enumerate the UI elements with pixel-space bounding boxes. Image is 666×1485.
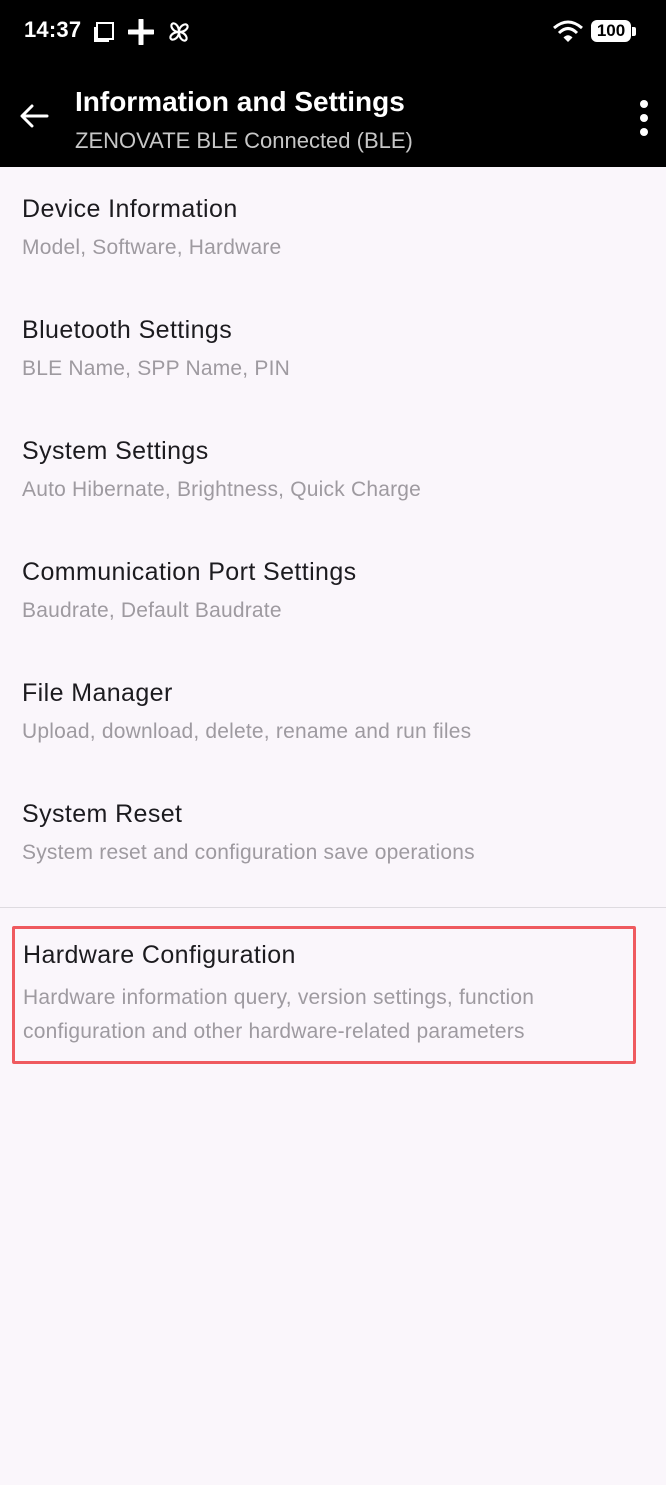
item-title: System Reset bbox=[22, 800, 183, 828]
settings-item-file-manager[interactable]: File Manager Upload, download, delete, r… bbox=[0, 651, 666, 772]
item-title: System Settings bbox=[22, 437, 209, 465]
item-subtitle: Baudrate, Default Baudrate bbox=[22, 599, 282, 622]
section-divider bbox=[0, 907, 666, 908]
plus-icon bbox=[128, 19, 154, 45]
page-title: Information and Settings bbox=[75, 86, 405, 117]
item-subtitle: Hardware information query, version sett… bbox=[23, 986, 535, 1043]
pinwheel-icon bbox=[169, 22, 189, 42]
settings-item-system-reset[interactable]: System Reset System reset and configurat… bbox=[0, 772, 666, 893]
item-subtitle: Auto Hibernate, Brightness, Quick Charge bbox=[22, 478, 422, 501]
settings-item-bluetooth-settings[interactable]: Bluetooth Settings BLE Name, SPP Name, P… bbox=[0, 288, 666, 409]
status-time: 14:37 bbox=[24, 17, 82, 42]
item-title: Hardware Configuration bbox=[23, 941, 296, 969]
settings-list: Device Information Model, Software, Hard… bbox=[0, 167, 666, 893]
wifi-icon bbox=[553, 20, 583, 42]
app-bar: Information and Settings ZENOVATE BLE Co… bbox=[0, 64, 666, 167]
settings-item-communication-port-settings[interactable]: Communication Port Settings Baudrate, De… bbox=[0, 530, 666, 651]
overflow-menu-button[interactable] bbox=[624, 98, 664, 138]
arrow-left-icon bbox=[20, 104, 49, 128]
item-title: File Manager bbox=[22, 679, 173, 707]
item-title: Bluetooth Settings bbox=[22, 316, 233, 344]
item-subtitle: BLE Name, SPP Name, PIN bbox=[22, 357, 290, 380]
more-vertical-icon bbox=[640, 100, 648, 136]
back-button[interactable] bbox=[14, 96, 54, 136]
item-title: Device Information bbox=[22, 195, 238, 223]
battery-icon: 100 bbox=[591, 20, 637, 44]
item-title: Communication Port Settings bbox=[22, 558, 357, 586]
item-subtitle: Upload, download, delete, rename and run… bbox=[22, 720, 472, 743]
settings-item-device-information[interactable]: Device Information Model, Software, Hard… bbox=[0, 167, 666, 288]
status-bar: 14:37 100 bbox=[0, 0, 666, 64]
item-subtitle: Model, Software, Hardware bbox=[22, 236, 282, 259]
settings-item-system-settings[interactable]: System Settings Auto Hibernate, Brightne… bbox=[0, 409, 666, 530]
item-subtitle: System reset and configuration save oper… bbox=[22, 841, 475, 864]
battery-level: 100 bbox=[591, 20, 631, 42]
settings-item-hardware-configuration[interactable]: Hardware Configuration Hardware informat… bbox=[12, 926, 636, 1064]
notification-square-icon bbox=[94, 22, 114, 42]
connection-status: ZENOVATE BLE Connected (BLE) bbox=[75, 128, 413, 153]
